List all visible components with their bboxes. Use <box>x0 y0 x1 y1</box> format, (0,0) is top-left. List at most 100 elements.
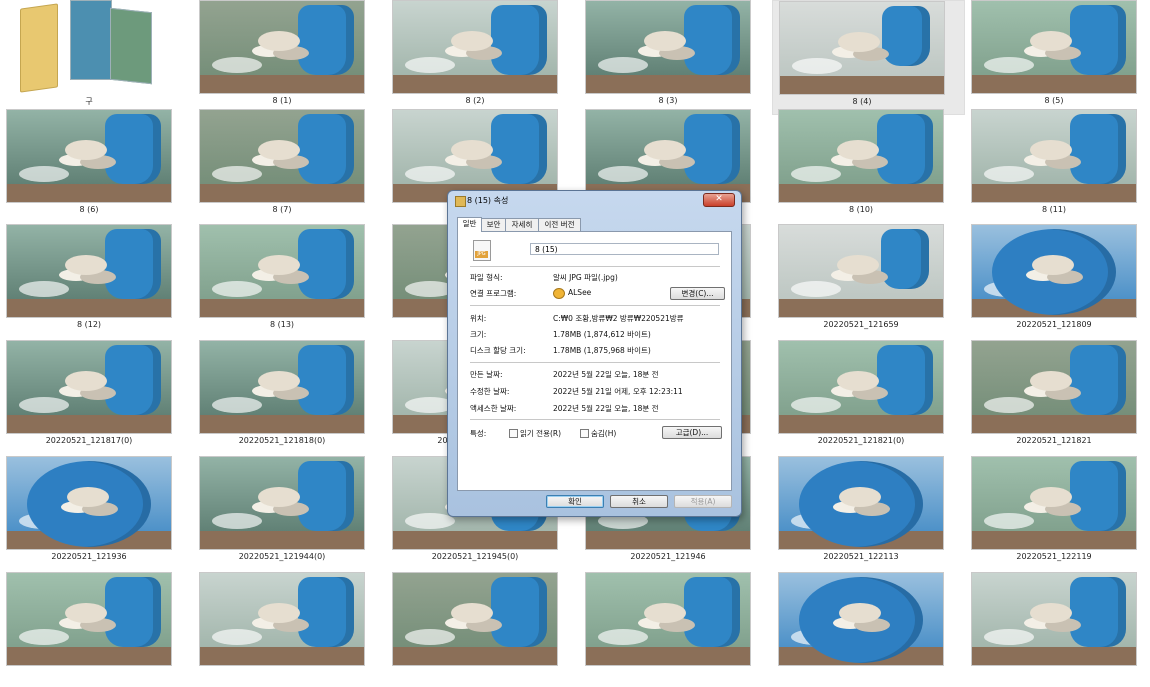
thumbnail-caption: 20220521_121944(0) <box>238 552 326 561</box>
photo-thumbnail <box>585 109 751 203</box>
thumbnail-item[interactable] <box>193 572 386 687</box>
photo-thumbnail <box>971 224 1137 318</box>
thumbnail-item[interactable]: 20220521_121944(0) <box>193 456 386 571</box>
cancel-button[interactable]: 취소 <box>610 495 668 508</box>
thumbnail-item[interactable]: 8 (11) <box>965 109 1150 224</box>
thumbnail-item[interactable]: 20220521_122113 <box>772 456 965 571</box>
thumbnail-item[interactable]: 8 (3) <box>579 0 772 115</box>
photo-thumbnail <box>971 456 1137 550</box>
thumbnail-item[interactable] <box>965 572 1150 687</box>
created-label: 만든 날짜: <box>470 370 503 379</box>
accessed-label: 액세스한 날짜: <box>470 404 517 413</box>
photo-thumbnail <box>6 456 172 550</box>
thumbnail-item[interactable]: 8 (12) <box>0 224 193 339</box>
thumbnail-item[interactable]: 8 (13) <box>193 224 386 339</box>
ok-button[interactable]: 확인 <box>546 495 604 508</box>
thumbnail-caption: 8 (12) <box>76 320 102 329</box>
tab-general[interactable]: 일반 <box>457 217 482 232</box>
photo-thumbnail <box>778 340 944 434</box>
thumbnail-caption: 8 (4) <box>852 97 872 106</box>
thumbnail-item[interactable]: 20220521_121818(0) <box>193 340 386 455</box>
photo-thumbnail <box>6 340 172 434</box>
thumbnail-caption: 8 (6) <box>79 205 99 214</box>
thumbnail-caption: 20220521_121821(0) <box>817 436 905 445</box>
thumbnail-caption: 20220521_121946 <box>630 552 706 561</box>
size-on-disk-value: 1.78MB (1,875,968 바이트) <box>553 346 651 355</box>
close-button[interactable]: ✕ <box>703 193 735 207</box>
created-value: 2022년 5월 22일 오늘, 18분 전 <box>553 370 659 379</box>
thumbnail-item[interactable] <box>579 572 772 687</box>
readonly-label: 읽기 전용(R) <box>520 429 562 438</box>
photo-thumbnail <box>6 224 172 318</box>
photo-thumbnail <box>585 0 751 94</box>
size-on-disk-label: 디스크 할당 크기: <box>470 346 526 355</box>
photo-thumbnail <box>778 109 944 203</box>
thumbnail-item[interactable]: 8 (5) <box>965 0 1150 115</box>
thumbnail-caption: 20220521_121945(0) <box>431 552 519 561</box>
advanced-button[interactable]: 고급(D)... <box>662 426 722 439</box>
thumbnail-item[interactable]: 8 (7) <box>193 109 386 224</box>
photo-thumbnail <box>971 572 1137 666</box>
photo-thumbnail <box>199 340 365 434</box>
photo-thumbnail <box>392 572 558 666</box>
thumbnail-caption: 8 (11) <box>1041 205 1067 214</box>
thumbnail-caption: 8 (5) <box>1044 96 1064 105</box>
photo-thumbnail <box>199 456 365 550</box>
properties-dialog: 8 (15) 속성 ✕ 일반 보안 자세히 이전 버전 JPG 8 (15) 파… <box>447 190 742 517</box>
thumbnail-item[interactable]: 20220521_122119 <box>965 456 1150 571</box>
file-type-value: 알씨 JPG 파일(.jpg) <box>553 273 618 282</box>
thumbnail-caption: 8 (1) <box>272 96 292 105</box>
location-value: C:₩0 조황,방류₩2 방류₩220521방류 <box>553 314 684 323</box>
tab-details[interactable]: 자세히 <box>505 218 539 231</box>
thumbnail-item[interactable] <box>772 572 965 687</box>
opens-with-label: 연결 프로그램: <box>470 289 517 298</box>
thumbnail-caption: 8 (3) <box>658 96 678 105</box>
thumbnail-item[interactable]: 20220521_121821 <box>965 340 1150 455</box>
thumbnail-caption: 8 (10) <box>848 205 874 214</box>
thumbnail-item[interactable]: 20220521_121659 <box>772 224 965 339</box>
tab-security[interactable]: 보안 <box>481 218 506 231</box>
photo-thumbnail <box>199 572 365 666</box>
thumbnail-item[interactable]: 20220521_121936 <box>0 456 193 571</box>
change-button[interactable]: 변경(C)... <box>670 287 725 300</box>
photo-thumbnail <box>6 572 172 666</box>
thumbnail-caption: 8 (2) <box>465 96 485 105</box>
dialog-titlebar[interactable]: 8 (15) 속성 ✕ <box>448 191 741 209</box>
thumbnail-item[interactable]: 8 (2) <box>386 0 579 115</box>
size-label: 크기: <box>470 330 487 339</box>
thumbnail-item[interactable]: 8 (4) <box>772 0 965 115</box>
folder-label: 구 <box>85 97 93 106</box>
thumbnail-caption: 8 (13) <box>269 320 295 329</box>
thumbnail-item[interactable]: 8 (6) <box>0 109 193 224</box>
location-label: 위치: <box>470 314 487 323</box>
folder-icon <box>18 0 152 93</box>
thumbnail-item[interactable] <box>0 572 193 687</box>
photo-thumbnail <box>971 0 1137 94</box>
thumbnail-item[interactable] <box>386 572 579 687</box>
thumbnail-caption: 20220521_122113 <box>823 552 899 561</box>
photo-thumbnail <box>392 0 558 94</box>
thumbnail-item[interactable]: 20220521_121821(0) <box>772 340 965 455</box>
apply-button[interactable]: 적용(A) <box>674 495 732 508</box>
thumbnail-caption: 20220521_121821 <box>1016 436 1092 445</box>
thumbnail-caption: 8 (7) <box>272 205 292 214</box>
readonly-checkbox[interactable] <box>509 429 518 438</box>
folder-item[interactable]: 구 <box>0 0 193 115</box>
alsee-app-icon <box>553 288 565 299</box>
photo-thumbnail <box>585 572 751 666</box>
thumbnail-item[interactable]: 20220521_121809 <box>965 224 1150 339</box>
thumbnail-item[interactable]: 8 (1) <box>193 0 386 115</box>
hidden-checkbox[interactable] <box>580 429 589 438</box>
dialog-title: 8 (15) 속성 <box>467 196 509 205</box>
photo-thumbnail <box>971 109 1137 203</box>
photo-thumbnail <box>199 109 365 203</box>
file-name-field[interactable]: 8 (15) <box>530 243 719 255</box>
thumbnail-item[interactable]: 20220521_121817(0) <box>0 340 193 455</box>
photo-thumbnail <box>779 1 945 95</box>
tab-previous-versions[interactable]: 이전 버전 <box>538 218 581 231</box>
thumbnail-item[interactable]: 8 (10) <box>772 109 965 224</box>
thumbnail-caption: 20220521_121659 <box>823 320 899 329</box>
photo-thumbnail <box>778 572 944 666</box>
photo-thumbnail <box>6 109 172 203</box>
hidden-label: 숨김(H) <box>591 429 617 438</box>
